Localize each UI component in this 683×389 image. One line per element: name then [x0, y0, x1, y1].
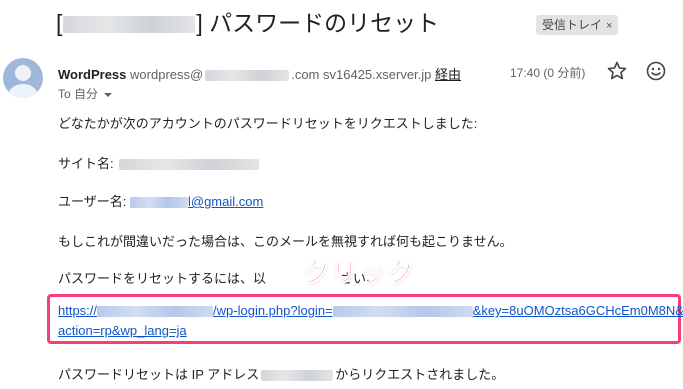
redacted-link-domain	[97, 306, 214, 318]
username-email-link[interactable]: l@gmail.com	[129, 194, 263, 209]
site-label: サイト名:	[58, 156, 114, 171]
star-icon[interactable]	[605, 59, 629, 83]
email-subject: [] パスワードのリセット	[56, 7, 439, 39]
email-time: 17:40 (0 分前)	[510, 66, 586, 80]
redacted-username	[129, 197, 188, 209]
remove-label-icon[interactable]: ×	[606, 20, 612, 32]
chevron-down-icon[interactable]	[103, 90, 113, 100]
subject-bracket-close: ]	[196, 10, 203, 36]
redacted-site	[119, 159, 260, 171]
click-callout: クリック	[303, 258, 415, 289]
sender-name[interactable]: WordPress	[58, 67, 126, 82]
username-label: ユーザー名:	[58, 194, 127, 209]
via-link[interactable]: 経由	[435, 67, 461, 82]
redacted-site-name	[63, 16, 196, 34]
subject-bracket-open: [	[56, 10, 63, 36]
reset-link-line2[interactable]: action=rp&wp_lang=ja	[58, 323, 187, 338]
emoji-icon[interactable]	[644, 59, 668, 83]
inbox-label-text: 受信トレイ	[542, 18, 603, 32]
subject-title: パスワードのリセット	[209, 10, 440, 36]
inbox-label-badge[interactable]: 受信トレイ ×	[536, 15, 619, 35]
reset-link-line1[interactable]: https:///wp-login.php?login= &key=8uOMOzt…	[58, 303, 683, 318]
sender-address: wordpress@ .com	[130, 67, 320, 82]
recipient-line[interactable]: To 自分	[58, 85, 113, 102]
redacted-domain	[205, 70, 290, 82]
body-line-ip: パスワードリセットは IP アドレス からリクエストされました。	[58, 367, 505, 382]
redacted-link-login	[332, 306, 473, 318]
body-line-ignore: もしこれが間違いだった場合は、このメールを無視すれば何も起こりません。	[58, 234, 513, 249]
avatar-icon[interactable]	[3, 58, 43, 98]
recipient-text: To 自分	[58, 87, 99, 101]
redacted-ip	[261, 370, 334, 382]
sender-server: sv16425.xserver.jp	[323, 67, 432, 82]
body-line-site: サイト名:	[58, 153, 260, 172]
sender-line: WordPress wordpress@ .com sv16425.xserver…	[58, 64, 461, 83]
body-line-request: どなたかが次のアカウントのパスワードリセットをリクエストしました:	[58, 116, 478, 131]
body-line-username: ユーザー名: l@gmail.com	[58, 191, 263, 210]
